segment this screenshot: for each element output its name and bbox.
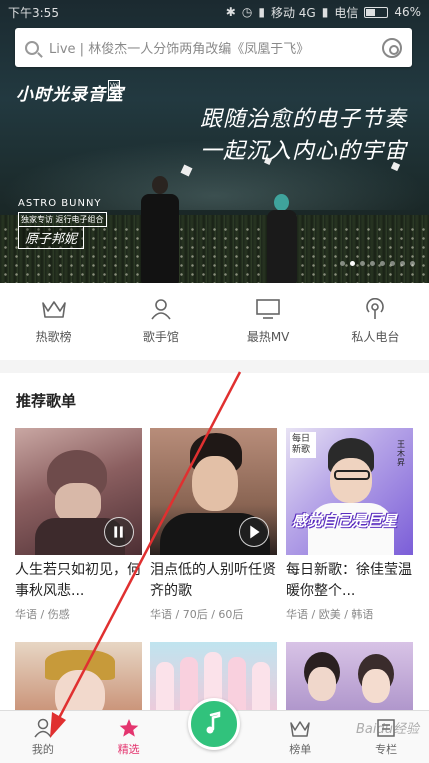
tab-label: 榜单 xyxy=(289,743,312,756)
recommended-playlists-section: 推荐歌单 人生若只如初见，何事秋风悲... 华语 / 伤感 泪点低的人别听任贤齐… xyxy=(0,373,429,710)
pagination-dot[interactable] xyxy=(350,261,355,266)
pagination-dot[interactable] xyxy=(360,261,365,266)
banner-person-right xyxy=(262,190,302,283)
banner-artist-cn: 原子邦妮 xyxy=(18,226,85,249)
music-recognition-icon[interactable] xyxy=(382,37,402,58)
banner-pagination[interactable] xyxy=(335,261,415,266)
pagination-dot[interactable] xyxy=(400,261,405,266)
banner-artist-note: 独家专访 返行电子组合 xyxy=(18,212,107,227)
category-nav: 热歌榜 歌手馆 最热MV 私人电台 xyxy=(0,283,429,360)
watermark: Baidu经验 xyxy=(356,722,419,737)
player-button[interactable] xyxy=(188,698,240,750)
signal-icon: ▮ xyxy=(258,5,265,19)
playlist-card[interactable] xyxy=(15,642,142,710)
category-singers[interactable]: 歌手馆 xyxy=(107,283,214,360)
playlist-cover xyxy=(15,428,142,555)
banner-artist-en: ASTRO BUNNY xyxy=(18,198,102,209)
status-battery: 46% xyxy=(394,5,421,19)
playlist-cover xyxy=(15,642,142,710)
playlist-card[interactable]: 每日新歌 王木昇 感觉自己是巨星 每日新歌：徐佳莹温暖你整个... 华语 / 欧… xyxy=(286,428,413,622)
alarm-icon: ◷ xyxy=(241,5,253,19)
tab-label: 我的 xyxy=(31,743,54,756)
signal-icon: ▮ xyxy=(321,5,329,19)
banner-slogan-line2: 一起沉入内心的宇宙 xyxy=(199,139,407,164)
category-label: 最热MV xyxy=(246,330,290,344)
playlist-tags: 华语 / 70后 / 60后 xyxy=(150,608,244,621)
playlist-card[interactable]: 泪点低的人别听任贤齐的歌 华语 / 70后 / 60后 xyxy=(150,428,277,622)
tab-charts[interactable]: 榜单 xyxy=(257,711,343,763)
playlist-title: 人生若只如初见，何事秋风悲... xyxy=(15,562,141,599)
playlist-title: 泪点低的人别听任贤齐的歌 xyxy=(150,562,276,599)
playlist-tags: 华语 / 欧美 / 韩语 xyxy=(286,608,374,621)
user-icon xyxy=(34,718,52,738)
playlist-card[interactable] xyxy=(286,642,413,710)
tab-label: 精选 xyxy=(117,743,140,756)
tab-featured[interactable]: 精选 xyxy=(86,711,172,763)
pagination-dot[interactable] xyxy=(380,261,385,266)
crown-icon xyxy=(290,721,311,737)
status-time: 下午3:55 xyxy=(8,5,59,20)
banner-slogan-line1: 跟随治愈的电子节奏 xyxy=(199,107,407,132)
banner-logo-tag: Vol.36 xyxy=(108,80,120,100)
category-label: 热歌榜 xyxy=(35,330,72,344)
radio-icon xyxy=(366,298,385,319)
section-title: 推荐歌单 xyxy=(16,392,77,410)
playlist-tags: 华语 / 伤感 xyxy=(15,608,70,621)
category-hot-mv[interactable]: 最热MV xyxy=(215,283,322,360)
playlist-cover xyxy=(150,428,277,555)
tab-mine[interactable]: 我的 xyxy=(0,711,86,763)
bluetooth-icon: ✱ xyxy=(225,5,236,19)
star-icon xyxy=(119,719,138,737)
play-icon[interactable] xyxy=(239,517,269,547)
playlist-cover xyxy=(286,642,413,710)
person-icon xyxy=(151,299,171,320)
cover-badge: 每日新歌 xyxy=(290,432,316,458)
playlist-cover: 每日新歌 王木昇 感觉自己是巨星 xyxy=(286,428,413,555)
tab-label: 专栏 xyxy=(375,743,398,756)
battery-icon xyxy=(364,5,389,19)
search-bar[interactable]: Live | 林俊杰一人分饰两角改编《凤凰于飞》 xyxy=(15,28,412,67)
monitor-icon xyxy=(256,299,280,319)
music-note-icon xyxy=(206,711,221,734)
pause-icon[interactable] xyxy=(104,517,134,547)
search-placeholder: Live | 林俊杰一人分饰两角改编《凤凰于飞》 xyxy=(49,42,310,57)
cover-name: 王木昇 xyxy=(397,440,405,467)
pagination-dot[interactable] xyxy=(390,261,395,266)
status-carrier-2: 电信 xyxy=(334,5,359,20)
crown-icon xyxy=(41,301,66,318)
search-icon xyxy=(25,40,39,55)
pagination-dot[interactable] xyxy=(410,261,415,266)
pagination-dot[interactable] xyxy=(340,261,345,266)
category-label: 歌手馆 xyxy=(142,330,179,344)
playlist-card[interactable]: 人生若只如初见，何事秋风悲... 华语 / 伤感 xyxy=(15,428,142,622)
playlist-title: 每日新歌：徐佳莹温暖你整个... xyxy=(286,562,412,599)
category-radio[interactable]: 私人电台 xyxy=(322,283,429,360)
cover-big-text: 感觉自己是巨星 xyxy=(292,512,398,530)
banner-person-left xyxy=(135,170,185,283)
pagination-dot[interactable] xyxy=(370,261,375,266)
status-carrier-1: 移动 4G xyxy=(270,5,316,20)
category-label: 私人电台 xyxy=(351,330,400,344)
status-bar: 下午3:55 ✱ ◷ ▮ 移动 4G ▮ 电信 46% xyxy=(0,0,429,24)
category-hot-chart[interactable]: 热歌榜 xyxy=(0,283,107,360)
